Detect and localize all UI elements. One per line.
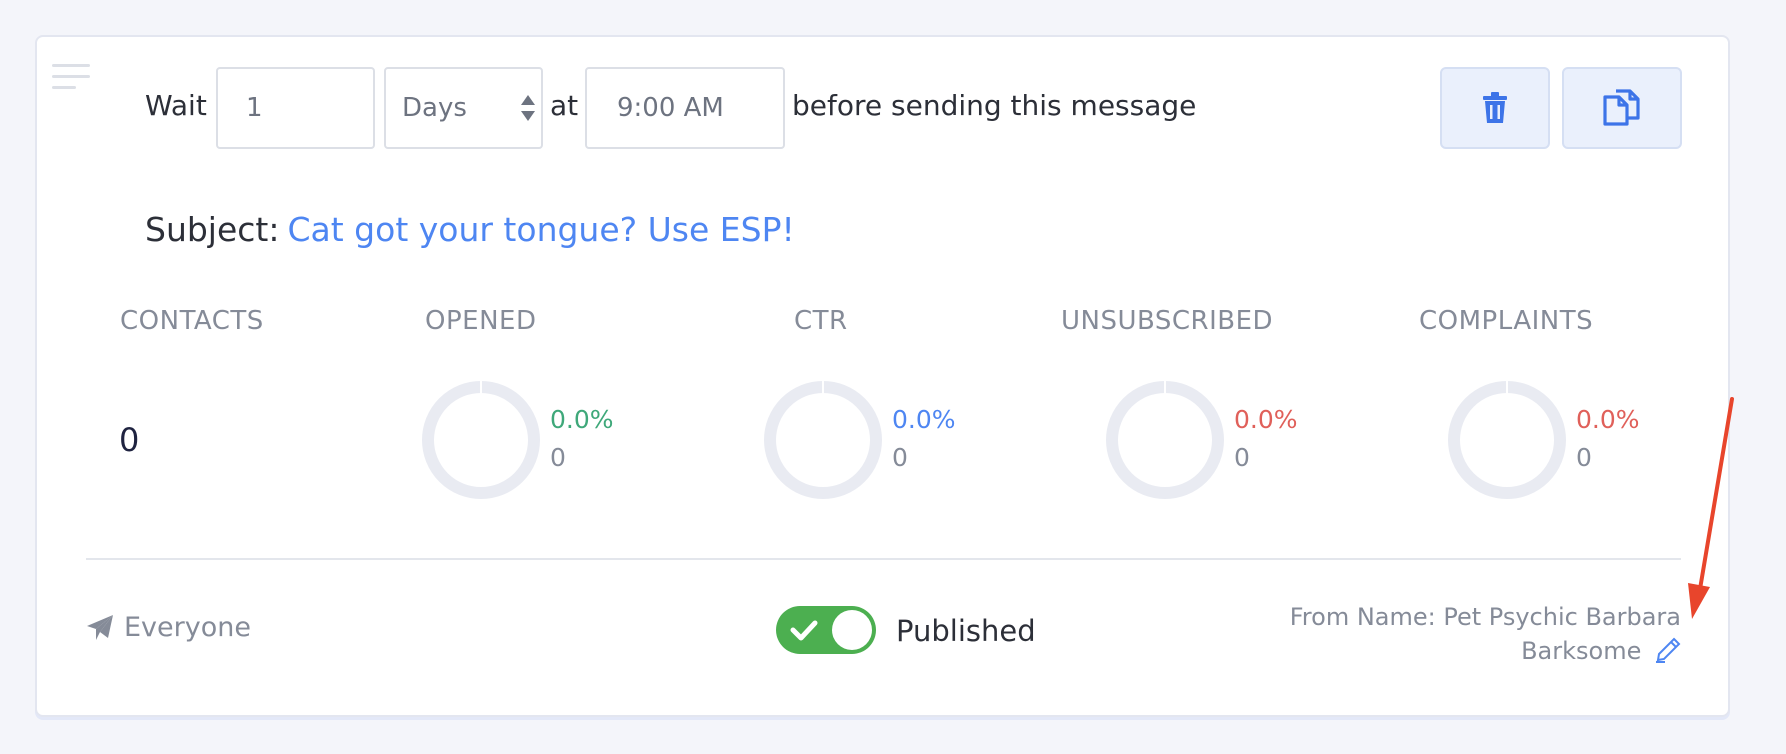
pencil-icon xyxy=(1656,637,1681,663)
stat-header-contacts: CONTACTS xyxy=(120,306,264,336)
section-divider xyxy=(86,558,1681,560)
trash-icon xyxy=(1483,92,1507,123)
send-time-input[interactable]: 9:00 AM xyxy=(585,67,785,149)
stat-header-opened: OPENED xyxy=(425,306,537,336)
toggle-knob xyxy=(832,610,872,650)
schedule-suffix-label: before sending this message xyxy=(792,89,1197,122)
wait-label: Wait xyxy=(145,89,207,122)
stat-header-ctr: CTR xyxy=(794,306,848,336)
audience-label: Everyone xyxy=(124,612,251,643)
complaints-percent: 0.0% xyxy=(1576,405,1640,434)
audience-selector[interactable]: Everyone xyxy=(86,612,251,643)
check-icon xyxy=(790,620,818,641)
unsubscribed-donut-chart xyxy=(1106,381,1224,499)
stat-header-complaints: COMPLAINTS xyxy=(1419,306,1594,336)
ctr-donut-chart xyxy=(764,381,882,499)
contacts-count: 0 xyxy=(119,421,140,459)
edit-from-name-button[interactable] xyxy=(1655,637,1681,672)
ctr-percent: 0.0% xyxy=(892,405,956,434)
published-label: Published xyxy=(896,614,1036,648)
from-name-info: From Name: Pet Psychic Barbara Barksome xyxy=(1241,600,1681,672)
at-label: at xyxy=(550,89,579,122)
copy-icon xyxy=(1603,89,1640,126)
stat-header-unsubscribed: UNSUBSCRIBED xyxy=(1061,306,1274,336)
wait-unit-selected: Days xyxy=(402,93,467,123)
opened-count: 0 xyxy=(550,443,566,472)
subject-line: Subject: Cat got your tongue? Use ESP! xyxy=(145,208,795,252)
unsubscribed-count: 0 xyxy=(1234,443,1250,472)
annotation-arrow xyxy=(1688,397,1734,619)
delete-button[interactable] xyxy=(1440,67,1550,149)
published-toggle[interactable] xyxy=(776,606,876,654)
opened-donut-chart xyxy=(422,381,540,499)
wait-unit-select[interactable]: Days xyxy=(384,67,543,149)
select-arrows-icon xyxy=(521,95,535,125)
ctr-count: 0 xyxy=(892,443,908,472)
duplicate-button[interactable] xyxy=(1562,67,1682,149)
complaints-donut-chart xyxy=(1448,381,1566,499)
from-name-label: From Name: Pet Psychic Barbara Barksome xyxy=(1289,603,1681,665)
unsubscribed-percent: 0.0% xyxy=(1234,405,1298,434)
paper-plane-icon xyxy=(87,614,113,640)
wait-amount-input[interactable]: 1 xyxy=(216,67,375,149)
subject-label: Subject: xyxy=(145,210,280,249)
drag-handle-icon[interactable] xyxy=(52,62,90,92)
subject-link[interactable]: Cat got your tongue? Use ESP! xyxy=(287,210,794,249)
complaints-count: 0 xyxy=(1576,443,1592,472)
opened-percent: 0.0% xyxy=(550,405,614,434)
